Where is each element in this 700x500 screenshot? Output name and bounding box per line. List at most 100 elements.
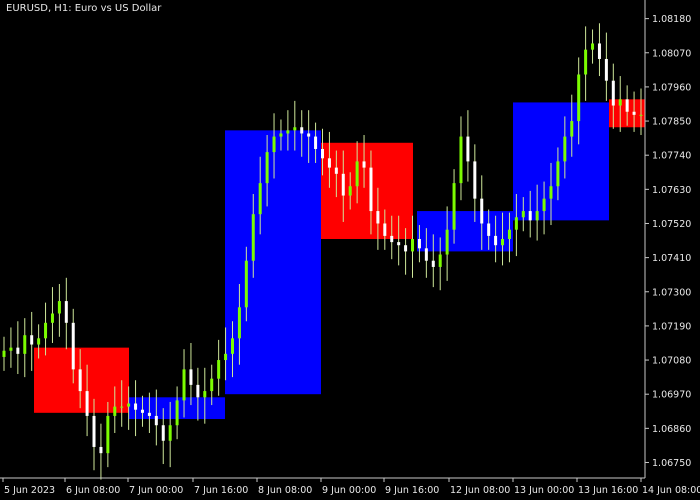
candle xyxy=(64,277,68,350)
candle-body xyxy=(265,152,269,184)
candle xyxy=(466,110,470,182)
candle-body xyxy=(203,391,207,398)
price-chart[interactable]: 1.08180 1.08070 1.07960 1.07850 1.07740 1.076… xyxy=(0,0,700,500)
time-tick-label: 8 Jun 08:00 xyxy=(258,485,312,496)
candle-body xyxy=(417,239,421,249)
axis-layer: 1.08180 1.08070 1.07960 1.07850 1.07740 1.076… xyxy=(0,0,700,496)
candle-body xyxy=(92,415,96,447)
candle xyxy=(23,318,27,378)
candle-body xyxy=(591,43,595,50)
candle-body xyxy=(362,161,366,168)
time-tick-label: 12 Jun 08:00 xyxy=(450,485,510,496)
candle-body xyxy=(390,235,394,243)
price-tick-label: 1.08070 xyxy=(652,48,691,59)
candle xyxy=(2,336,6,371)
candle-body xyxy=(127,403,131,407)
candle xyxy=(9,327,13,368)
candle xyxy=(44,302,48,356)
candle-body xyxy=(120,406,124,408)
candle-body xyxy=(501,239,505,246)
candle-body xyxy=(438,254,442,267)
candle-body xyxy=(424,248,428,261)
bearish-range-box xyxy=(321,142,413,239)
candle-body xyxy=(134,403,138,410)
time-tick-label: 13 Jun 00:00 xyxy=(514,485,574,496)
candle-body xyxy=(480,198,484,224)
candle-body xyxy=(348,186,352,196)
candle-body xyxy=(556,161,560,187)
candle-body xyxy=(528,211,532,221)
candle xyxy=(459,116,463,201)
candle xyxy=(57,284,61,337)
candle-body xyxy=(2,350,6,357)
candle-body xyxy=(542,198,546,212)
candle-body xyxy=(321,148,324,159)
candle xyxy=(175,386,179,440)
candle-body xyxy=(535,211,539,221)
candle-body xyxy=(514,217,518,230)
candle xyxy=(584,26,588,101)
time-tick-label: 9 Jun 00:00 xyxy=(322,485,376,496)
candle xyxy=(189,342,193,406)
candle-body xyxy=(521,211,525,218)
candle xyxy=(134,380,138,437)
candle-body xyxy=(251,214,255,261)
candle-body xyxy=(466,136,470,162)
time-tick-label: 14 Jun 08:00 xyxy=(642,485,700,496)
candle-body xyxy=(106,415,110,454)
candle-body xyxy=(286,130,290,134)
candle-body xyxy=(314,136,318,149)
candle xyxy=(473,144,477,222)
candle xyxy=(217,339,221,396)
candle-body xyxy=(140,409,144,413)
candle-body xyxy=(30,335,34,345)
price-tick-label: 1.07410 xyxy=(652,253,691,264)
candle-body xyxy=(327,158,331,168)
chart-window[interactable]: EURUSD, H1: Euro vs US Dollar 1.08180 1.0… xyxy=(0,0,700,500)
time-tick-label: 6 Jun 08:00 xyxy=(66,485,120,496)
candle-body xyxy=(459,136,463,184)
candle-body xyxy=(44,322,48,339)
price-tick-label: 1.07520 xyxy=(652,219,691,230)
price-tick-label: 1.08180 xyxy=(652,14,691,25)
bullish-range-box xyxy=(513,102,609,221)
candle-body xyxy=(9,347,13,351)
candle-body xyxy=(16,347,20,354)
candle xyxy=(99,423,103,480)
price-tick-label: 1.07850 xyxy=(652,117,691,128)
candle-body xyxy=(625,99,629,112)
candle-body xyxy=(445,229,449,255)
price-tick-label: 1.06750 xyxy=(652,458,691,469)
candle-body xyxy=(279,133,283,137)
candle-body xyxy=(258,183,262,215)
candle-body xyxy=(189,369,193,385)
price-tick-label: 1.06860 xyxy=(652,424,691,435)
candle-body xyxy=(99,446,103,454)
candle-body xyxy=(618,99,622,106)
candle-body xyxy=(355,161,359,187)
price-tick-label: 1.07300 xyxy=(652,287,691,298)
candle xyxy=(30,311,34,371)
time-tick-label: 7 Jun 00:00 xyxy=(129,485,183,496)
price-tick-label: 1.07630 xyxy=(652,185,691,196)
time-tick-label: 7 Jun 16:00 xyxy=(194,485,248,496)
candle-body xyxy=(113,406,117,416)
candle-body xyxy=(50,313,54,323)
candle-body xyxy=(196,384,200,398)
candle-body xyxy=(431,260,435,267)
candle-body xyxy=(168,425,172,441)
candle-body xyxy=(64,301,68,323)
candle-body xyxy=(376,211,380,224)
candle-body xyxy=(78,369,82,392)
candle-body xyxy=(175,400,179,426)
candle xyxy=(597,23,601,77)
candle xyxy=(50,287,54,343)
candle xyxy=(591,29,595,64)
candle-body xyxy=(604,58,608,81)
candle-body xyxy=(334,167,338,174)
time-tick-label: 5 Jun 2023 xyxy=(4,485,55,496)
candle-body xyxy=(611,80,615,106)
price-tick-label: 1.07960 xyxy=(652,82,691,93)
candle-body xyxy=(632,111,636,115)
candle-body xyxy=(224,353,228,361)
